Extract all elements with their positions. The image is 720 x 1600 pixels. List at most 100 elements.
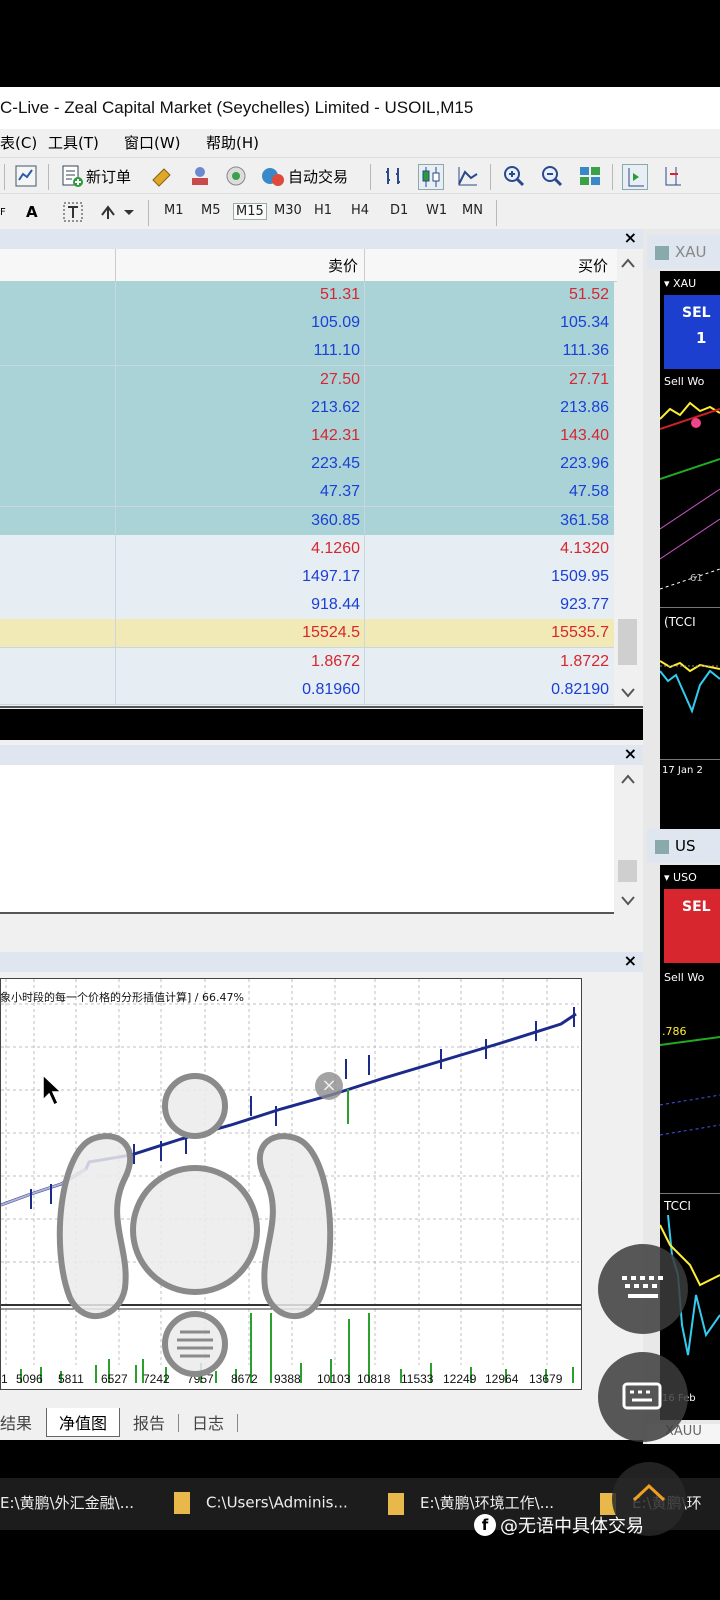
bid-price: 15524.5: [302, 624, 360, 642]
menu-charts[interactable]: 表(C): [0, 129, 37, 157]
tab-equity-graph[interactable]: 净值图: [46, 1408, 121, 1437]
zoom-out-button[interactable]: [540, 164, 564, 188]
market-watch-row[interactable]: 213.62 213.86: [0, 393, 614, 423]
chart-window-tab-2[interactable]: US: [647, 829, 720, 863]
window-title: C-Live - Zeal Capital Market (Seychelles…: [0, 98, 474, 117]
tile-windows-icon: [580, 167, 600, 185]
text-label-icon[interactable]: [62, 200, 84, 224]
candlestick-button[interactable]: [418, 164, 444, 190]
timeframe-m15[interactable]: M15: [233, 203, 267, 220]
market-watch-row[interactable]: 47.37 47.58: [0, 478, 614, 508]
market-watch-scrollbar[interactable]: [617, 249, 639, 705]
menu-window[interactable]: 窗口(W): [124, 129, 181, 157]
timeframe-mn[interactable]: MN: [462, 203, 483, 218]
overlay-close-icon[interactable]: ×: [315, 1072, 343, 1100]
market-watch-row[interactable]: 4.1260 4.1320: [0, 534, 614, 564]
line-chart-button[interactable]: [456, 164, 480, 188]
zoom-in-icon: [504, 166, 525, 187]
ask-price: 47.58: [568, 483, 609, 501]
gamepad-overlay[interactable]: [40, 1068, 350, 1388]
market-watch-row[interactable]: 142.31 143.40: [0, 422, 614, 451]
symbol-cell: [0, 647, 116, 676]
tab-results[interactable]: 结果: [0, 1410, 32, 1434]
close-icon[interactable]: ×: [624, 951, 637, 970]
mini-chart-2-price: [660, 1036, 720, 1136]
sell-button[interactable]: SEL: [664, 889, 720, 963]
chart-properties-button[interactable]: [14, 164, 38, 188]
keyboard-toggle-button[interactable]: [598, 1244, 688, 1334]
taskbar-item-1[interactable]: E:\黄鹏\外汇金融\...: [0, 1492, 134, 1513]
autoscroll-icon: [665, 167, 681, 186]
metaeditor-button[interactable]: [150, 164, 174, 188]
ask-price: 51.52: [568, 286, 609, 303]
market-watch-row[interactable]: 360.85 361.58: [0, 506, 614, 536]
bid-price: 0.81960: [302, 680, 360, 698]
signal-icon: [226, 166, 246, 186]
menu-help[interactable]: 帮助(H): [206, 129, 259, 157]
auto-trading-button[interactable]: 自动交易: [260, 164, 348, 188]
symbol-cell: [0, 281, 116, 309]
tile-windows-button[interactable]: [578, 164, 602, 188]
autoscroll-button[interactable]: [660, 164, 684, 188]
chart-shift-button[interactable]: [622, 164, 648, 190]
mini-chart-2-symbol: ▾ USO: [664, 871, 697, 884]
market-watch-table: 51.31 51.52 105.09 105.34 111.10 111.36 27.50 2…: [0, 281, 614, 705]
signal-button[interactable]: [224, 164, 248, 188]
ask-price: 15535.7: [551, 624, 609, 642]
taskbar-item-2[interactable]: C:\Users\Adminis...: [174, 1492, 348, 1514]
market-watch-row[interactable]: 0.81960 0.82190: [0, 675, 614, 705]
text-tool-icon[interactable]: A: [26, 200, 38, 224]
symbol-cell: [0, 365, 116, 394]
column-ask[interactable]: 买价: [578, 255, 608, 276]
ask-price: 0.82190: [551, 680, 609, 698]
navigator-button[interactable]: [188, 164, 212, 188]
market-watch-row[interactable]: 1.8672 1.8722: [0, 647, 614, 677]
bid-price: 27.50: [319, 370, 360, 388]
bid-price: 51.31: [319, 286, 360, 303]
symbol-cell: [0, 337, 116, 366]
close-icon[interactable]: ×: [624, 744, 637, 763]
menu-bar: 表(C) 工具(T) 窗口(W) 帮助(H): [0, 129, 720, 157]
menu-tools[interactable]: 工具(T): [48, 129, 99, 157]
symbol-cell: [0, 591, 116, 620]
ask-price: 105.34: [560, 314, 609, 332]
market-watch-row[interactable]: 111.10 111.36: [0, 337, 614, 367]
timeframe-d1[interactable]: D1: [390, 203, 408, 218]
new-order-button[interactable]: 新订单: [60, 164, 131, 188]
close-icon[interactable]: ×: [624, 228, 637, 247]
ask-price: 213.86: [560, 398, 609, 416]
mini-chart-2[interactable]: ▾ USO SEL Sell Wo .786 TCCI 16 Feb: [660, 865, 720, 1420]
market-watch-row[interactable]: 918.44 923.77: [0, 591, 614, 621]
secondary-scrollbar[interactable]: [617, 765, 639, 912]
timeframe-w1[interactable]: W1: [426, 203, 447, 218]
column-bid[interactable]: 卖价: [328, 255, 358, 276]
tab-report[interactable]: 报告: [133, 1410, 165, 1434]
mini-chart-1[interactable]: ▾ XAU SEL 1 Sell Wo 61 (TCCI 17 Jan 2: [660, 271, 720, 831]
screen-keyboard-button[interactable]: [598, 1352, 688, 1442]
timeframe-m30[interactable]: M30: [274, 203, 302, 218]
main-toolbar: 新订单 自动交易: [0, 157, 720, 194]
timeframe-h1[interactable]: H1: [314, 203, 332, 218]
fibonacci-icon[interactable]: F: [0, 200, 6, 224]
market-watch-row[interactable]: 105.09 105.34: [0, 309, 614, 339]
chart-window-tab-1[interactable]: XAU: [647, 235, 720, 269]
timeframe-h4[interactable]: H4: [351, 203, 369, 218]
zoom-in-button[interactable]: [502, 164, 526, 188]
sell-button[interactable]: SEL 1: [664, 295, 720, 369]
market-watch-row[interactable]: 27.50 27.71: [0, 365, 614, 395]
bid-price: 1497.17: [302, 568, 360, 585]
tab-journal[interactable]: 日志: [192, 1410, 224, 1434]
market-watch-row[interactable]: 15524.5 15535.7: [0, 619, 614, 649]
secondary-panel-header: ×: [0, 744, 643, 765]
timeframe-m1[interactable]: M1: [164, 203, 184, 218]
market-watch-row[interactable]: 51.31 51.52: [0, 281, 614, 310]
market-watch-row[interactable]: 223.45 223.96: [0, 450, 614, 480]
market-watch-row[interactable]: 1497.17 1509.95: [0, 563, 614, 592]
bar-chart-button[interactable]: [382, 164, 406, 188]
mouse-cursor-icon: [42, 1074, 63, 1107]
candlestick-icon: [422, 167, 440, 187]
ask-price: 4.1320: [560, 539, 609, 557]
arrows-dropdown-icon[interactable]: [98, 200, 134, 224]
timeframe-m5[interactable]: M5: [201, 203, 221, 218]
metaeditor-icon: [152, 168, 171, 187]
